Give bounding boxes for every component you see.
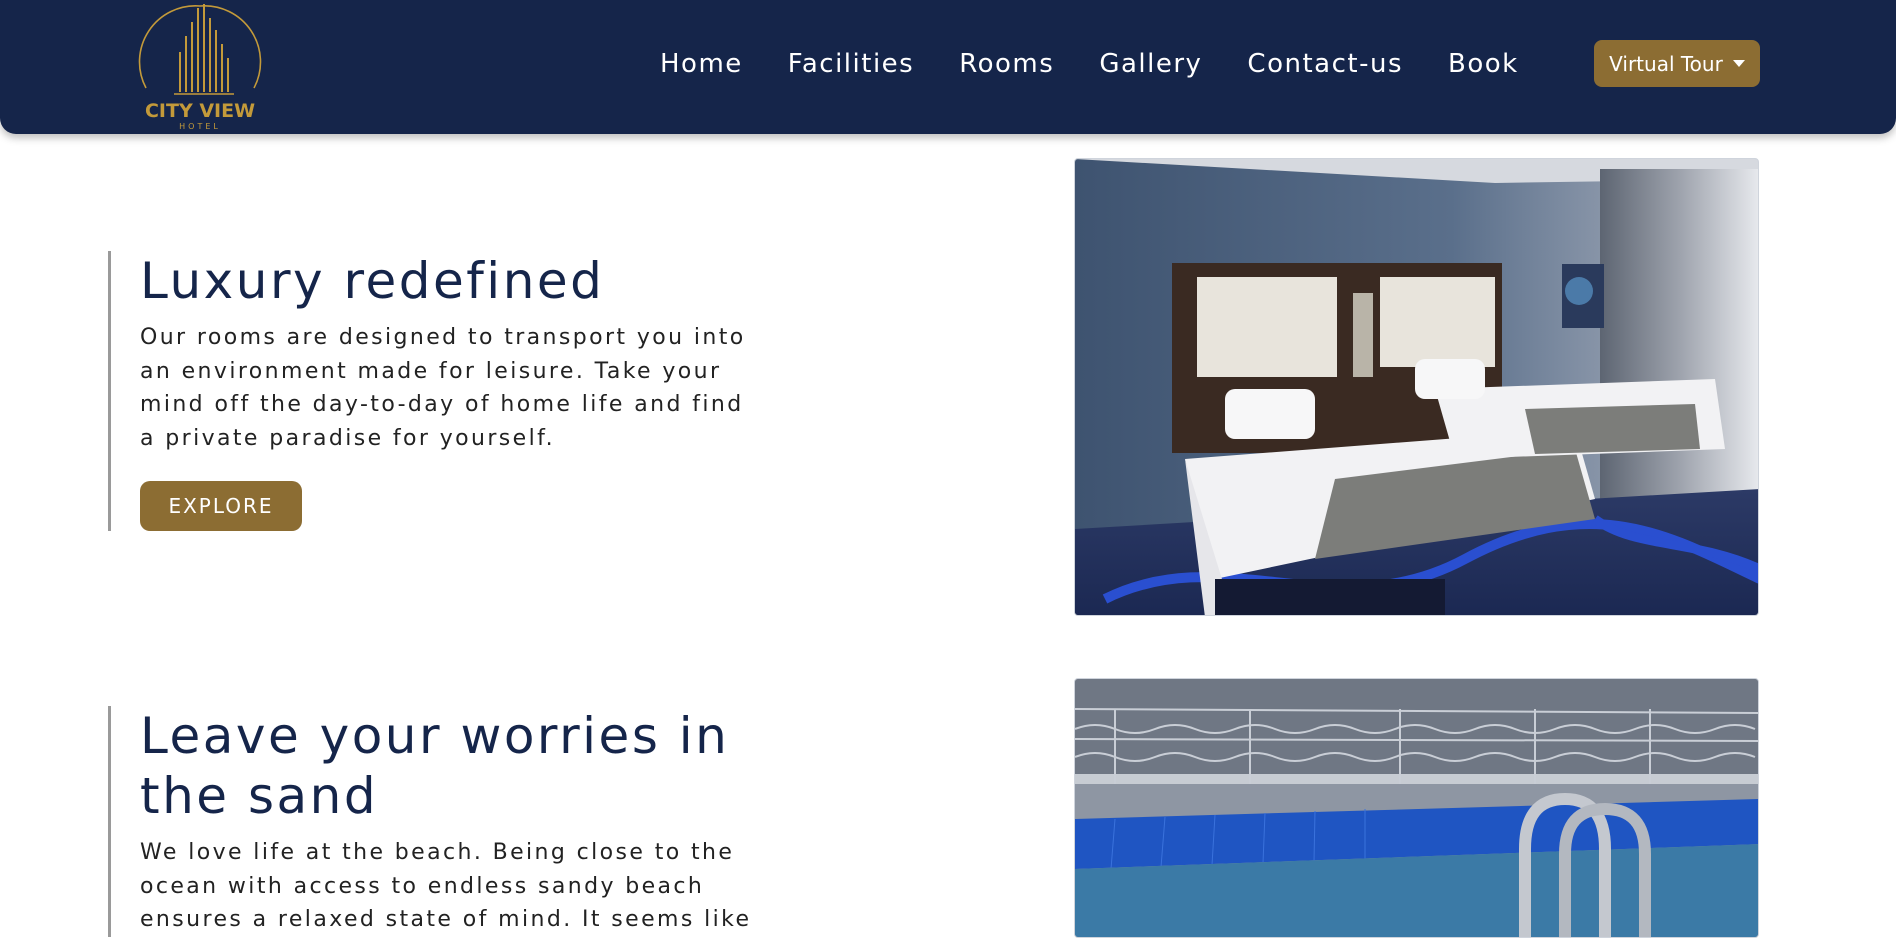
hotel-logo[interactable]: CITY VIEW HOTEL — [138, 0, 262, 134]
caret-down-icon — [1732, 60, 1745, 67]
indoor-pool-photo — [1074, 678, 1759, 938]
logo-subtext: HOTEL — [179, 122, 221, 131]
nav-rooms[interactable]: Rooms — [959, 49, 1054, 79]
section-heading: Leave your worries in the sand — [140, 707, 730, 825]
bedroom-image-icon — [1075, 159, 1758, 615]
section-beach-text: Leave your worries in the sand We love l… — [108, 706, 760, 937]
nav-facilities[interactable]: Facilities — [788, 49, 914, 79]
virtual-tour-label: Virtual Tour — [1609, 51, 1723, 76]
section-luxury: Luxury redefined Our rooms are designed … — [0, 134, 1896, 654]
nav-contact-us[interactable]: Contact-us — [1247, 49, 1403, 79]
main-nav: Home Facilities Rooms Gallery Contact-us… — [660, 0, 1519, 128]
section-heading: Luxury redefined — [140, 252, 605, 310]
hotel-bedroom-photo — [1074, 158, 1759, 616]
section-body: We love life at the beach. Being close t… — [140, 840, 752, 932]
navbar: CITY VIEW HOTEL Home Facilities Rooms Ga… — [0, 0, 1896, 134]
section-luxury-text: Luxury redefined Our rooms are designed … — [108, 251, 760, 531]
nav-gallery[interactable]: Gallery — [1099, 49, 1202, 79]
pool-image-icon — [1075, 679, 1758, 937]
nav-book[interactable]: Book — [1448, 49, 1519, 79]
logo-text: CITY VIEW — [144, 100, 256, 122]
nav-home[interactable]: Home — [660, 49, 743, 79]
virtual-tour-dropdown-button[interactable]: Virtual Tour — [1594, 40, 1760, 87]
city-skyline-logo-icon — [138, 4, 262, 95]
explore-button[interactable]: EXPLORE — [140, 481, 302, 531]
section-beach: Leave your worries in the sand We love l… — [0, 654, 1896, 938]
section-body: Our rooms are designed to transport you … — [140, 325, 746, 451]
